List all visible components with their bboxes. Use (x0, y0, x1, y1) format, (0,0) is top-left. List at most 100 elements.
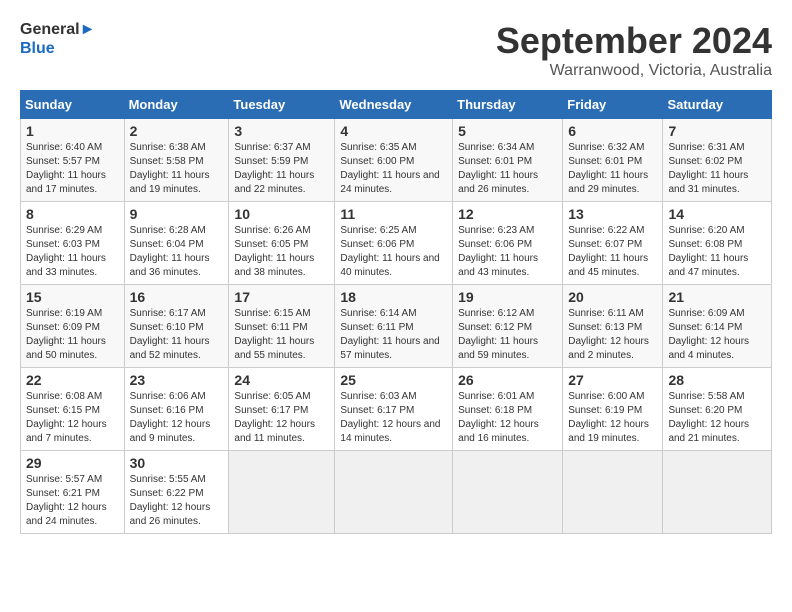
calendar-cell: 23 Sunrise: 6:06 AM Sunset: 6:16 PM Dayl… (124, 368, 229, 451)
calendar-cell: 3 Sunrise: 6:37 AM Sunset: 5:59 PM Dayli… (229, 119, 335, 202)
logo: General► Blue (20, 20, 95, 58)
col-thursday: Thursday (453, 91, 563, 119)
calendar-title: September 2024 (496, 20, 772, 62)
day-info: Sunrise: 6:14 AM Sunset: 6:11 PM Dayligh… (340, 307, 447, 363)
day-info: Sunrise: 6:32 AM Sunset: 6:01 PM Dayligh… (568, 141, 657, 197)
calendar-cell (453, 451, 563, 534)
day-number: 6 (568, 123, 657, 139)
calendar-cell: 21 Sunrise: 6:09 AM Sunset: 6:14 PM Dayl… (663, 285, 772, 368)
calendar-cell: 25 Sunrise: 6:03 AM Sunset: 6:17 PM Dayl… (335, 368, 453, 451)
calendar-cell: 16 Sunrise: 6:17 AM Sunset: 6:10 PM Dayl… (124, 285, 229, 368)
day-info: Sunrise: 6:06 AM Sunset: 6:16 PM Dayligh… (130, 390, 224, 446)
calendar-cell: 24 Sunrise: 6:05 AM Sunset: 6:17 PM Dayl… (229, 368, 335, 451)
calendar-cell: 17 Sunrise: 6:15 AM Sunset: 6:11 PM Dayl… (229, 285, 335, 368)
day-info: Sunrise: 6:37 AM Sunset: 5:59 PM Dayligh… (234, 141, 329, 197)
calendar-cell: 15 Sunrise: 6:19 AM Sunset: 6:09 PM Dayl… (21, 285, 125, 368)
calendar-cell: 7 Sunrise: 6:31 AM Sunset: 6:02 PM Dayli… (663, 119, 772, 202)
calendar-cell: 10 Sunrise: 6:26 AM Sunset: 6:05 PM Dayl… (229, 202, 335, 285)
calendar-cell: 4 Sunrise: 6:35 AM Sunset: 6:00 PM Dayli… (335, 119, 453, 202)
calendar-cell: 5 Sunrise: 6:34 AM Sunset: 6:01 PM Dayli… (453, 119, 563, 202)
day-info: Sunrise: 6:12 AM Sunset: 6:12 PM Dayligh… (458, 307, 557, 363)
day-number: 9 (130, 206, 224, 222)
calendar-cell: 8 Sunrise: 6:29 AM Sunset: 6:03 PM Dayli… (21, 202, 125, 285)
day-info: Sunrise: 6:26 AM Sunset: 6:05 PM Dayligh… (234, 224, 329, 280)
day-info: Sunrise: 6:23 AM Sunset: 6:06 PM Dayligh… (458, 224, 557, 280)
day-number: 27 (568, 372, 657, 388)
day-number: 8 (26, 206, 119, 222)
day-info: Sunrise: 6:01 AM Sunset: 6:18 PM Dayligh… (458, 390, 557, 446)
day-number: 10 (234, 206, 329, 222)
calendar-cell: 9 Sunrise: 6:28 AM Sunset: 6:04 PM Dayli… (124, 202, 229, 285)
calendar-cell: 22 Sunrise: 6:08 AM Sunset: 6:15 PM Dayl… (21, 368, 125, 451)
day-number: 28 (668, 372, 766, 388)
col-friday: Friday (563, 91, 663, 119)
day-number: 15 (26, 289, 119, 305)
calendar-cell: 30 Sunrise: 5:55 AM Sunset: 6:22 PM Dayl… (124, 451, 229, 534)
day-info: Sunrise: 5:55 AM Sunset: 6:22 PM Dayligh… (130, 473, 224, 529)
day-number: 29 (26, 455, 119, 471)
calendar-row: 29 Sunrise: 5:57 AM Sunset: 6:21 PM Dayl… (21, 451, 772, 534)
day-number: 26 (458, 372, 557, 388)
calendar-cell: 29 Sunrise: 5:57 AM Sunset: 6:21 PM Dayl… (21, 451, 125, 534)
day-number: 12 (458, 206, 557, 222)
calendar-cell (663, 451, 772, 534)
day-number: 4 (340, 123, 447, 139)
col-wednesday: Wednesday (335, 91, 453, 119)
calendar-row: 15 Sunrise: 6:19 AM Sunset: 6:09 PM Dayl… (21, 285, 772, 368)
col-sunday: Sunday (21, 91, 125, 119)
day-info: Sunrise: 6:38 AM Sunset: 5:58 PM Dayligh… (130, 141, 224, 197)
calendar-row: 22 Sunrise: 6:08 AM Sunset: 6:15 PM Dayl… (21, 368, 772, 451)
calendar-cell: 1 Sunrise: 6:40 AM Sunset: 5:57 PM Dayli… (21, 119, 125, 202)
calendar-row: 8 Sunrise: 6:29 AM Sunset: 6:03 PM Dayli… (21, 202, 772, 285)
day-info: Sunrise: 6:28 AM Sunset: 6:04 PM Dayligh… (130, 224, 224, 280)
calendar-cell: 11 Sunrise: 6:25 AM Sunset: 6:06 PM Dayl… (335, 202, 453, 285)
calendar-cell: 26 Sunrise: 6:01 AM Sunset: 6:18 PM Dayl… (453, 368, 563, 451)
day-number: 2 (130, 123, 224, 139)
title-section: September 2024 Warranwood, Victoria, Aus… (496, 20, 772, 80)
day-info: Sunrise: 6:34 AM Sunset: 6:01 PM Dayligh… (458, 141, 557, 197)
day-info: Sunrise: 6:40 AM Sunset: 5:57 PM Dayligh… (26, 141, 119, 197)
day-info: Sunrise: 5:57 AM Sunset: 6:21 PM Dayligh… (26, 473, 119, 529)
day-info: Sunrise: 6:17 AM Sunset: 6:10 PM Dayligh… (130, 307, 224, 363)
day-number: 25 (340, 372, 447, 388)
calendar-cell: 13 Sunrise: 6:22 AM Sunset: 6:07 PM Dayl… (563, 202, 663, 285)
calendar-cell: 28 Sunrise: 5:58 AM Sunset: 6:20 PM Dayl… (663, 368, 772, 451)
day-number: 21 (668, 289, 766, 305)
calendar-cell: 20 Sunrise: 6:11 AM Sunset: 6:13 PM Dayl… (563, 285, 663, 368)
calendar-subtitle: Warranwood, Victoria, Australia (496, 62, 772, 80)
day-info: Sunrise: 6:05 AM Sunset: 6:17 PM Dayligh… (234, 390, 329, 446)
day-number: 22 (26, 372, 119, 388)
day-info: Sunrise: 6:25 AM Sunset: 6:06 PM Dayligh… (340, 224, 447, 280)
day-info: Sunrise: 6:31 AM Sunset: 6:02 PM Dayligh… (668, 141, 766, 197)
day-number: 11 (340, 206, 447, 222)
day-number: 16 (130, 289, 224, 305)
calendar-cell: 12 Sunrise: 6:23 AM Sunset: 6:06 PM Dayl… (453, 202, 563, 285)
day-info: Sunrise: 6:19 AM Sunset: 6:09 PM Dayligh… (26, 307, 119, 363)
day-number: 13 (568, 206, 657, 222)
day-info: Sunrise: 6:03 AM Sunset: 6:17 PM Dayligh… (340, 390, 447, 446)
day-number: 17 (234, 289, 329, 305)
calendar-table: Sunday Monday Tuesday Wednesday Thursday… (20, 90, 772, 534)
day-info: Sunrise: 6:08 AM Sunset: 6:15 PM Dayligh… (26, 390, 119, 446)
day-info: Sunrise: 6:29 AM Sunset: 6:03 PM Dayligh… (26, 224, 119, 280)
day-info: Sunrise: 6:15 AM Sunset: 6:11 PM Dayligh… (234, 307, 329, 363)
calendar-cell: 19 Sunrise: 6:12 AM Sunset: 6:12 PM Dayl… (453, 285, 563, 368)
calendar-row: 1 Sunrise: 6:40 AM Sunset: 5:57 PM Dayli… (21, 119, 772, 202)
day-info: Sunrise: 6:11 AM Sunset: 6:13 PM Dayligh… (568, 307, 657, 363)
day-info: Sunrise: 6:35 AM Sunset: 6:00 PM Dayligh… (340, 141, 447, 197)
day-number: 5 (458, 123, 557, 139)
calendar-cell: 14 Sunrise: 6:20 AM Sunset: 6:08 PM Dayl… (663, 202, 772, 285)
day-number: 24 (234, 372, 329, 388)
day-number: 30 (130, 455, 224, 471)
day-number: 19 (458, 289, 557, 305)
col-saturday: Saturday (663, 91, 772, 119)
calendar-cell (335, 451, 453, 534)
header-row: Sunday Monday Tuesday Wednesday Thursday… (21, 91, 772, 119)
day-number: 1 (26, 123, 119, 139)
calendar-cell (563, 451, 663, 534)
day-info: Sunrise: 5:58 AM Sunset: 6:20 PM Dayligh… (668, 390, 766, 446)
calendar-cell: 18 Sunrise: 6:14 AM Sunset: 6:11 PM Dayl… (335, 285, 453, 368)
day-number: 23 (130, 372, 224, 388)
calendar-cell (229, 451, 335, 534)
header: General► Blue September 2024 Warranwood,… (20, 20, 772, 80)
